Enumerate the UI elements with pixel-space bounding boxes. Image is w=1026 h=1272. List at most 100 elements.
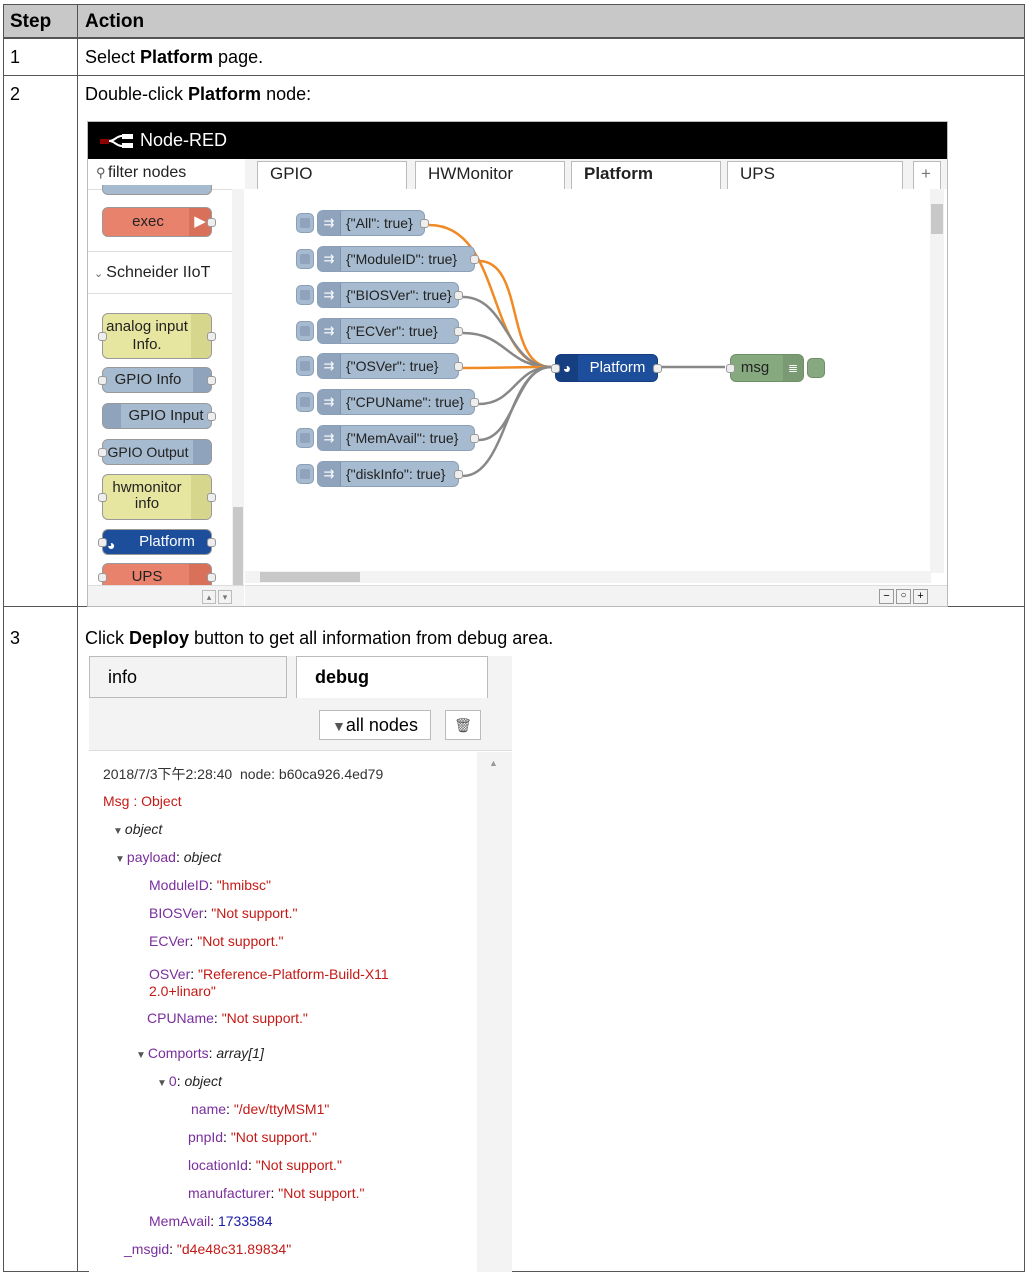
output-port[interactable]: [207, 218, 216, 227]
input-port[interactable]: [551, 364, 560, 373]
inject-button[interactable]: [296, 428, 314, 448]
collapse-all-button[interactable]: ▴: [202, 590, 216, 604]
output-port[interactable]: [454, 327, 463, 336]
row-divider: [3, 75, 1025, 76]
workspace-vscrollbar[interactable]: [930, 189, 944, 573]
palette-category[interactable]: ⌄ Schneider IIoT: [94, 264, 210, 282]
inject-node[interactable]: ⇉ {"CPUName": true}: [296, 389, 479, 415]
palette-node-platform[interactable]: Platform ◕: [98, 529, 216, 555]
palette-node-gpio-output[interactable]: GPIO Output: [98, 439, 212, 465]
inject-node[interactable]: ⇉ {"All": true}: [296, 210, 429, 236]
output-port[interactable]: [470, 398, 479, 407]
inject-button[interactable]: [296, 213, 314, 233]
inject-button[interactable]: [296, 464, 314, 484]
tree-ecver: ECVer: "Not support.": [149, 933, 284, 949]
palette-node-partial[interactable]: [102, 185, 212, 195]
tab-platform[interactable]: Platform: [571, 161, 721, 191]
list-icon: ≣: [783, 355, 803, 381]
platform-node[interactable]: ◕ Platform: [551, 354, 662, 382]
tree-object[interactable]: ▼ object: [113, 821, 162, 837]
inject-node[interactable]: ⇉ {"MemAvail": true}: [296, 425, 479, 451]
inject-label: {"OSVer": true}: [346, 358, 439, 374]
globe-icon: ◕: [107, 537, 116, 553]
inject-node[interactable]: ⇉ {"BIOSVer": true}: [296, 282, 463, 308]
inject-node[interactable]: ⇉ {"ModuleID": true}: [296, 246, 479, 272]
tree-moduleid: ModuleID: "hmibsc": [149, 877, 271, 893]
inject-node[interactable]: ⇉ {"OSVer": true}: [296, 353, 463, 379]
tree-osver-cont: 2.0+linaro": [149, 983, 216, 999]
arrow-right-icon: ⇉: [318, 354, 341, 378]
msg-label[interactable]: Msg : Object: [103, 793, 182, 809]
nodered-editor: Node-RED ⚲ filter nodes exec ▶ ⌄ Schneid…: [87, 121, 948, 607]
node-palette: ⚲ filter nodes exec ▶ ⌄ Schneider IIoT a…: [88, 159, 246, 606]
arrow-right-icon: ⇉: [318, 283, 341, 307]
zoom-out-button[interactable]: −: [879, 589, 894, 604]
input-port[interactable]: [726, 364, 735, 373]
output-port[interactable]: [470, 255, 479, 264]
debug-scrollbar[interactable]: ▲: [477, 752, 512, 1272]
palette-node-hwmonitor[interactable]: hwmonitor info: [98, 474, 216, 520]
expand-all-button[interactable]: ▾: [218, 590, 232, 604]
output-port[interactable]: [454, 470, 463, 479]
output-port[interactable]: [454, 291, 463, 300]
inject-button[interactable]: [296, 321, 314, 341]
arrow-right-icon: ⇉: [318, 211, 341, 235]
debug-message-header: 2018/7/3下午2:28:40 node: b60ca926.4ed79: [103, 766, 384, 782]
step-text: Double-click Platform node:: [85, 84, 312, 104]
tab-hwmonitor[interactable]: HWMonitor: [415, 161, 565, 189]
debug-toggle-button[interactable]: [807, 358, 825, 378]
zoom-in-button[interactable]: +: [913, 589, 928, 604]
inject-node[interactable]: ⇉ {"diskInfo": true}: [296, 461, 463, 487]
scroll-up-icon[interactable]: ▲: [489, 758, 498, 768]
hscroll-thumb[interactable]: [260, 572, 360, 582]
tree-manufacturer: manufacturer: "Not support.": [188, 1185, 365, 1201]
row-divider: [3, 38, 1025, 39]
palette-node-gpio-info[interactable]: GPIO Info: [98, 367, 216, 393]
filter-input[interactable]: filter nodes: [108, 164, 186, 182]
inject-label: {"diskInfo": true}: [346, 466, 446, 482]
palette-node-analog-input[interactable]: analog input Info.: [98, 313, 216, 359]
search-icon: ⚲: [96, 165, 106, 180]
palette-node-exec[interactable]: exec ▶: [102, 207, 216, 237]
add-tab-button[interactable]: +: [913, 161, 941, 189]
inject-label: {"CPUName": true}: [346, 394, 465, 410]
arrow-right-icon: ⇉: [318, 247, 341, 271]
inject-button[interactable]: [296, 285, 314, 305]
arrow-right-icon: ⇉: [318, 390, 341, 414]
tab-gpio[interactable]: GPIO: [257, 161, 407, 189]
tab-info[interactable]: info: [89, 656, 287, 698]
tree-cpuname: CPUName: "Not support.": [147, 1010, 308, 1026]
inject-label: {"ECVer": true}: [346, 323, 438, 339]
zoom-reset-button[interactable]: ○: [896, 589, 911, 604]
step-number: 1: [10, 47, 21, 67]
tree-comports-0[interactable]: ▼ 0: object: [157, 1073, 222, 1089]
tree-comports[interactable]: ▼ Comports: array[1]: [136, 1045, 264, 1061]
output-port[interactable]: [653, 364, 662, 373]
tab-debug[interactable]: debug: [296, 656, 488, 699]
debug-toolbar: ▼all nodes 🗑: [89, 698, 512, 751]
output-port[interactable]: [470, 434, 479, 443]
inject-button[interactable]: [296, 249, 314, 269]
column-divider: [77, 4, 78, 1272]
tree-payload[interactable]: ▼ payload: object: [115, 849, 221, 865]
inject-button[interactable]: [296, 392, 314, 412]
debug-node[interactable]: msg ≣: [726, 354, 825, 382]
vscroll-thumb[interactable]: [931, 204, 943, 234]
inject-node[interactable]: ⇉ {"ECVer": true}: [296, 318, 463, 344]
inject-label: {"MemAvail": true}: [346, 430, 459, 446]
inject-button[interactable]: [296, 356, 314, 376]
tab-ups[interactable]: UPS: [727, 161, 903, 189]
arrow-right-icon: ⇉: [318, 426, 341, 450]
output-port[interactable]: [420, 219, 429, 228]
output-port[interactable]: [454, 362, 463, 371]
header-step: Step: [10, 11, 52, 33]
palette-node-gpio-input[interactable]: GPIO Input: [102, 403, 216, 429]
trash-icon[interactable]: 🗑: [445, 710, 481, 740]
inject-label: {"ModuleID": true}: [346, 251, 458, 267]
arrow-right-icon: ⇉: [318, 462, 341, 486]
scroll-thumb[interactable]: [233, 507, 243, 597]
inject-label: {"BIOSVer": true}: [346, 287, 452, 303]
filter-nodes-button[interactable]: ▼all nodes: [319, 710, 431, 740]
nodered-logo-icon: [100, 134, 133, 148]
workspace-tabs: GPIO HWMonitor Platform UPS +: [245, 159, 947, 191]
